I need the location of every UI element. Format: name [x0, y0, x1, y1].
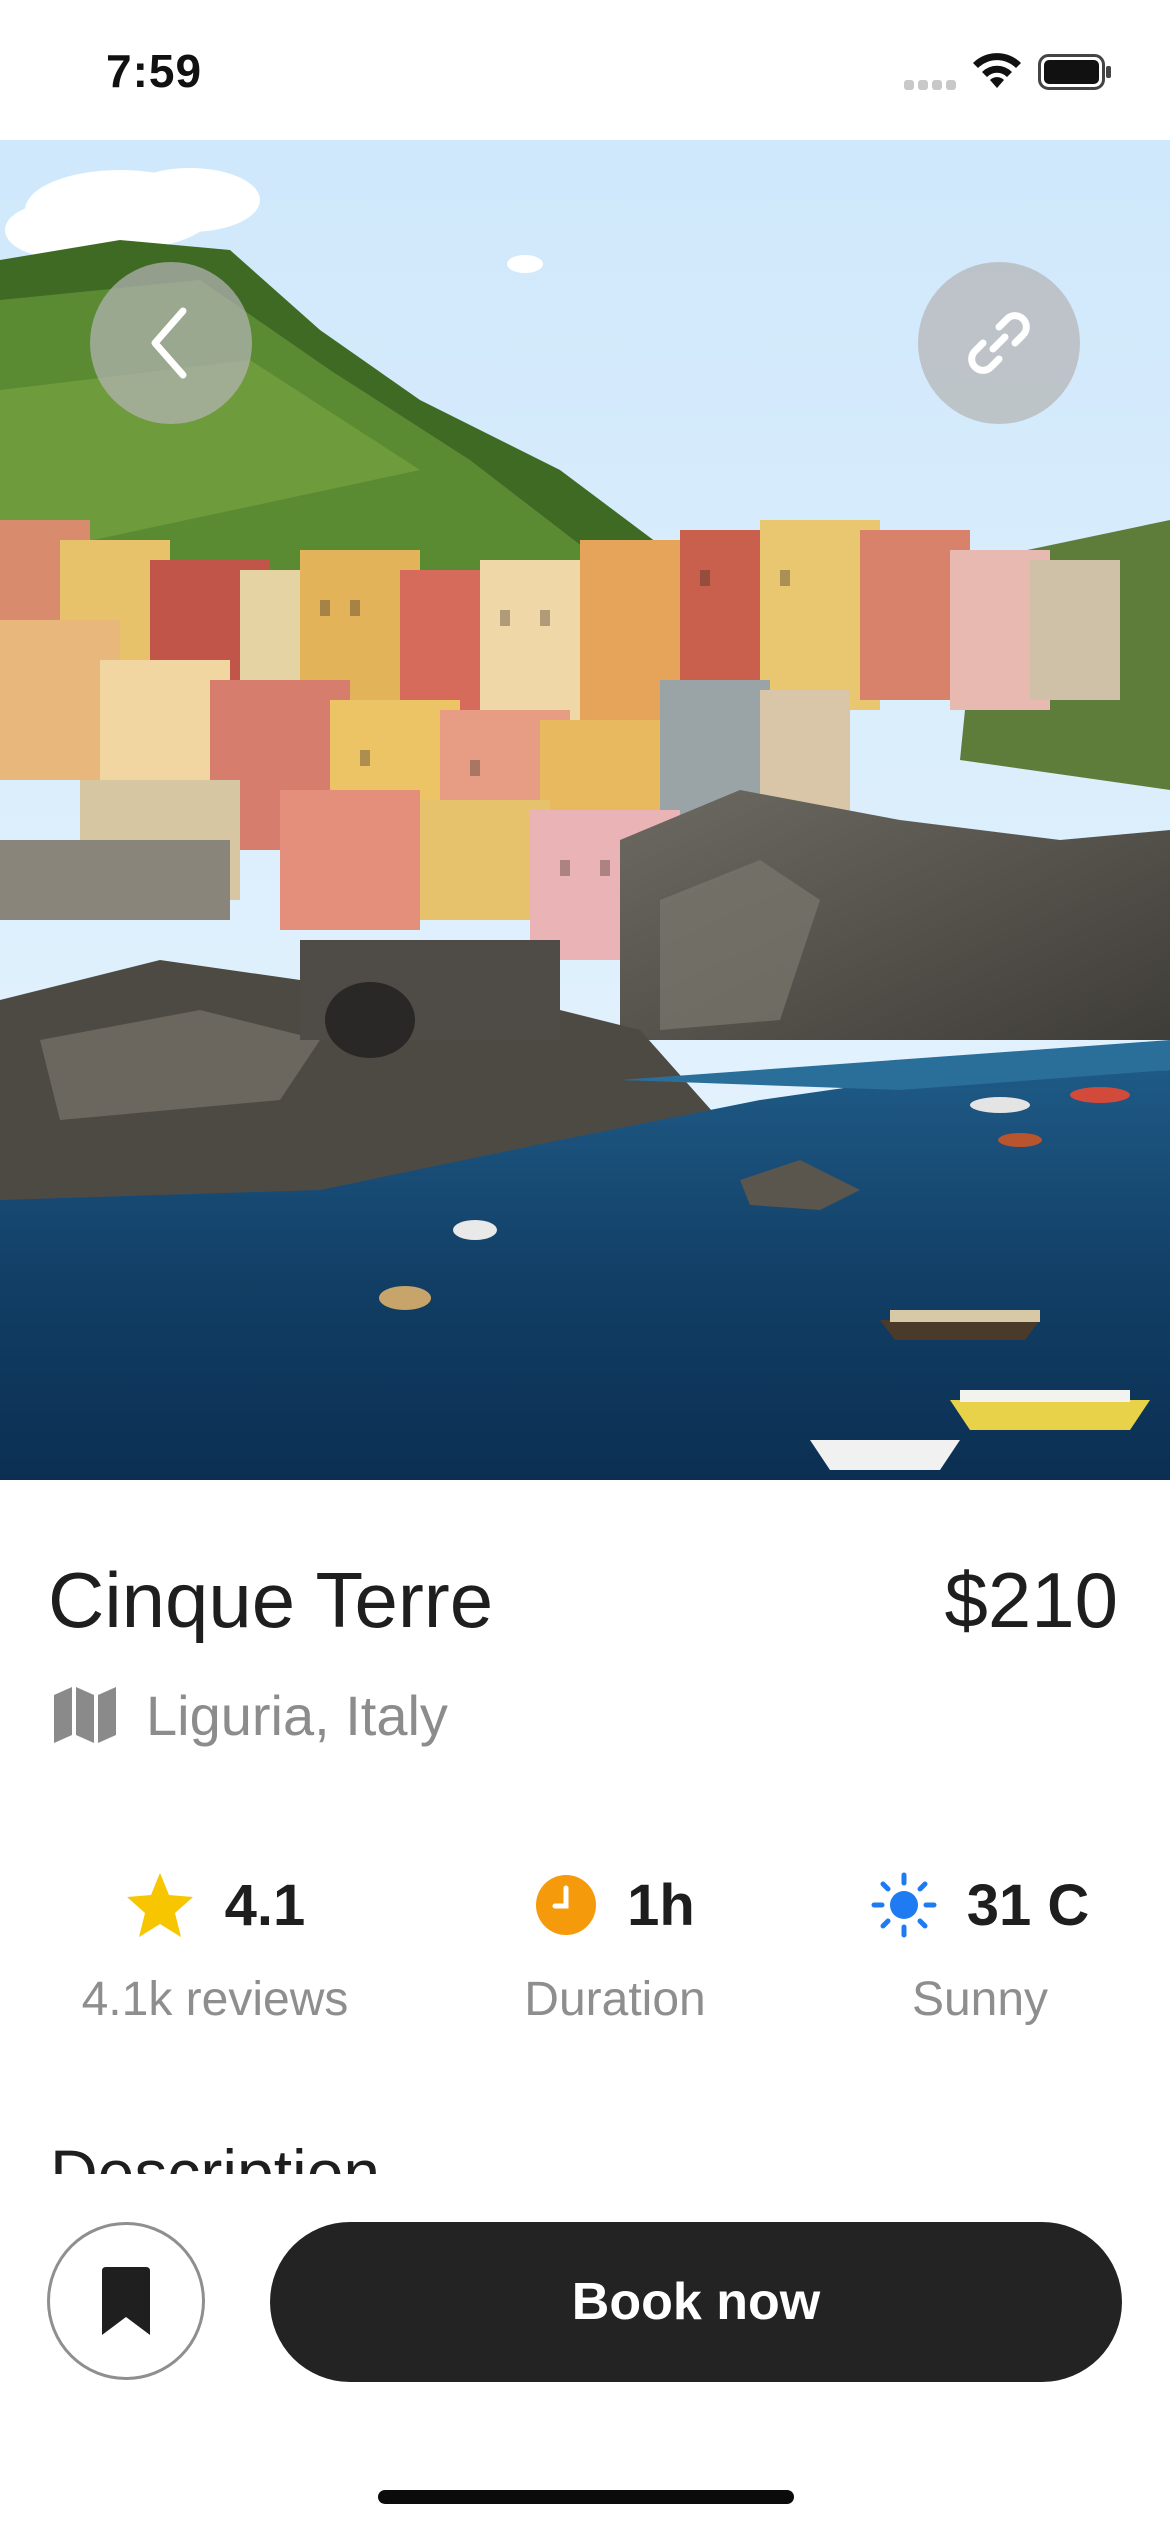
hero-image [0, 140, 1170, 1480]
description-heading: Description [50, 2136, 381, 2174]
duration-stat: 1h Duration [440, 1860, 790, 2027]
wifi-icon [973, 53, 1021, 88]
share-link-button[interactable] [918, 262, 1080, 424]
cellular-signal-icon [904, 80, 956, 90]
weather-stat: 31 C Sunny [830, 1860, 1130, 2027]
place-title: Cinque Terre [48, 1556, 494, 1644]
bookmark-button[interactable] [47, 2222, 205, 2380]
temperature-value: 31 C [966, 1872, 1090, 1938]
sun-icon [871, 1872, 937, 1938]
location-text: Liguria, Italy [146, 1683, 448, 1747]
home-indicator [378, 2490, 794, 2504]
battery-icon [1038, 54, 1111, 90]
rating-label: 4.1k reviews [81, 1973, 349, 2026]
duration-value: 1h [627, 1872, 695, 1938]
bookmark-icon [102, 2267, 150, 2335]
back-button[interactable] [90, 262, 252, 424]
weather-label: Sunny [911, 1973, 1049, 2026]
link-icon [968, 312, 1030, 374]
location-row: Liguria, Italy [52, 1680, 448, 1750]
status-bar: 7:59 [0, 0, 1170, 140]
clock-icon [536, 1875, 597, 1935]
bottom-action-bar: Book now [0, 2174, 1170, 2532]
status-time: 7:59 [106, 45, 203, 97]
book-now-button[interactable]: Book now [270, 2222, 1122, 2382]
star-icon [126, 1873, 193, 1937]
stats-row: 4.1 4.1k reviews 1h Duration 31 C Sunny [0, 1860, 1170, 2040]
description-heading-container: Description [50, 2128, 380, 2174]
map-icon [54, 1687, 116, 1743]
place-price: $210 [944, 1556, 1118, 1644]
rating-value: 4.1 [224, 1872, 306, 1938]
duration-label: Duration [524, 1973, 706, 2026]
chevron-left-icon [151, 307, 187, 379]
rating-stat: 4.1 4.1k reviews [40, 1860, 390, 2027]
